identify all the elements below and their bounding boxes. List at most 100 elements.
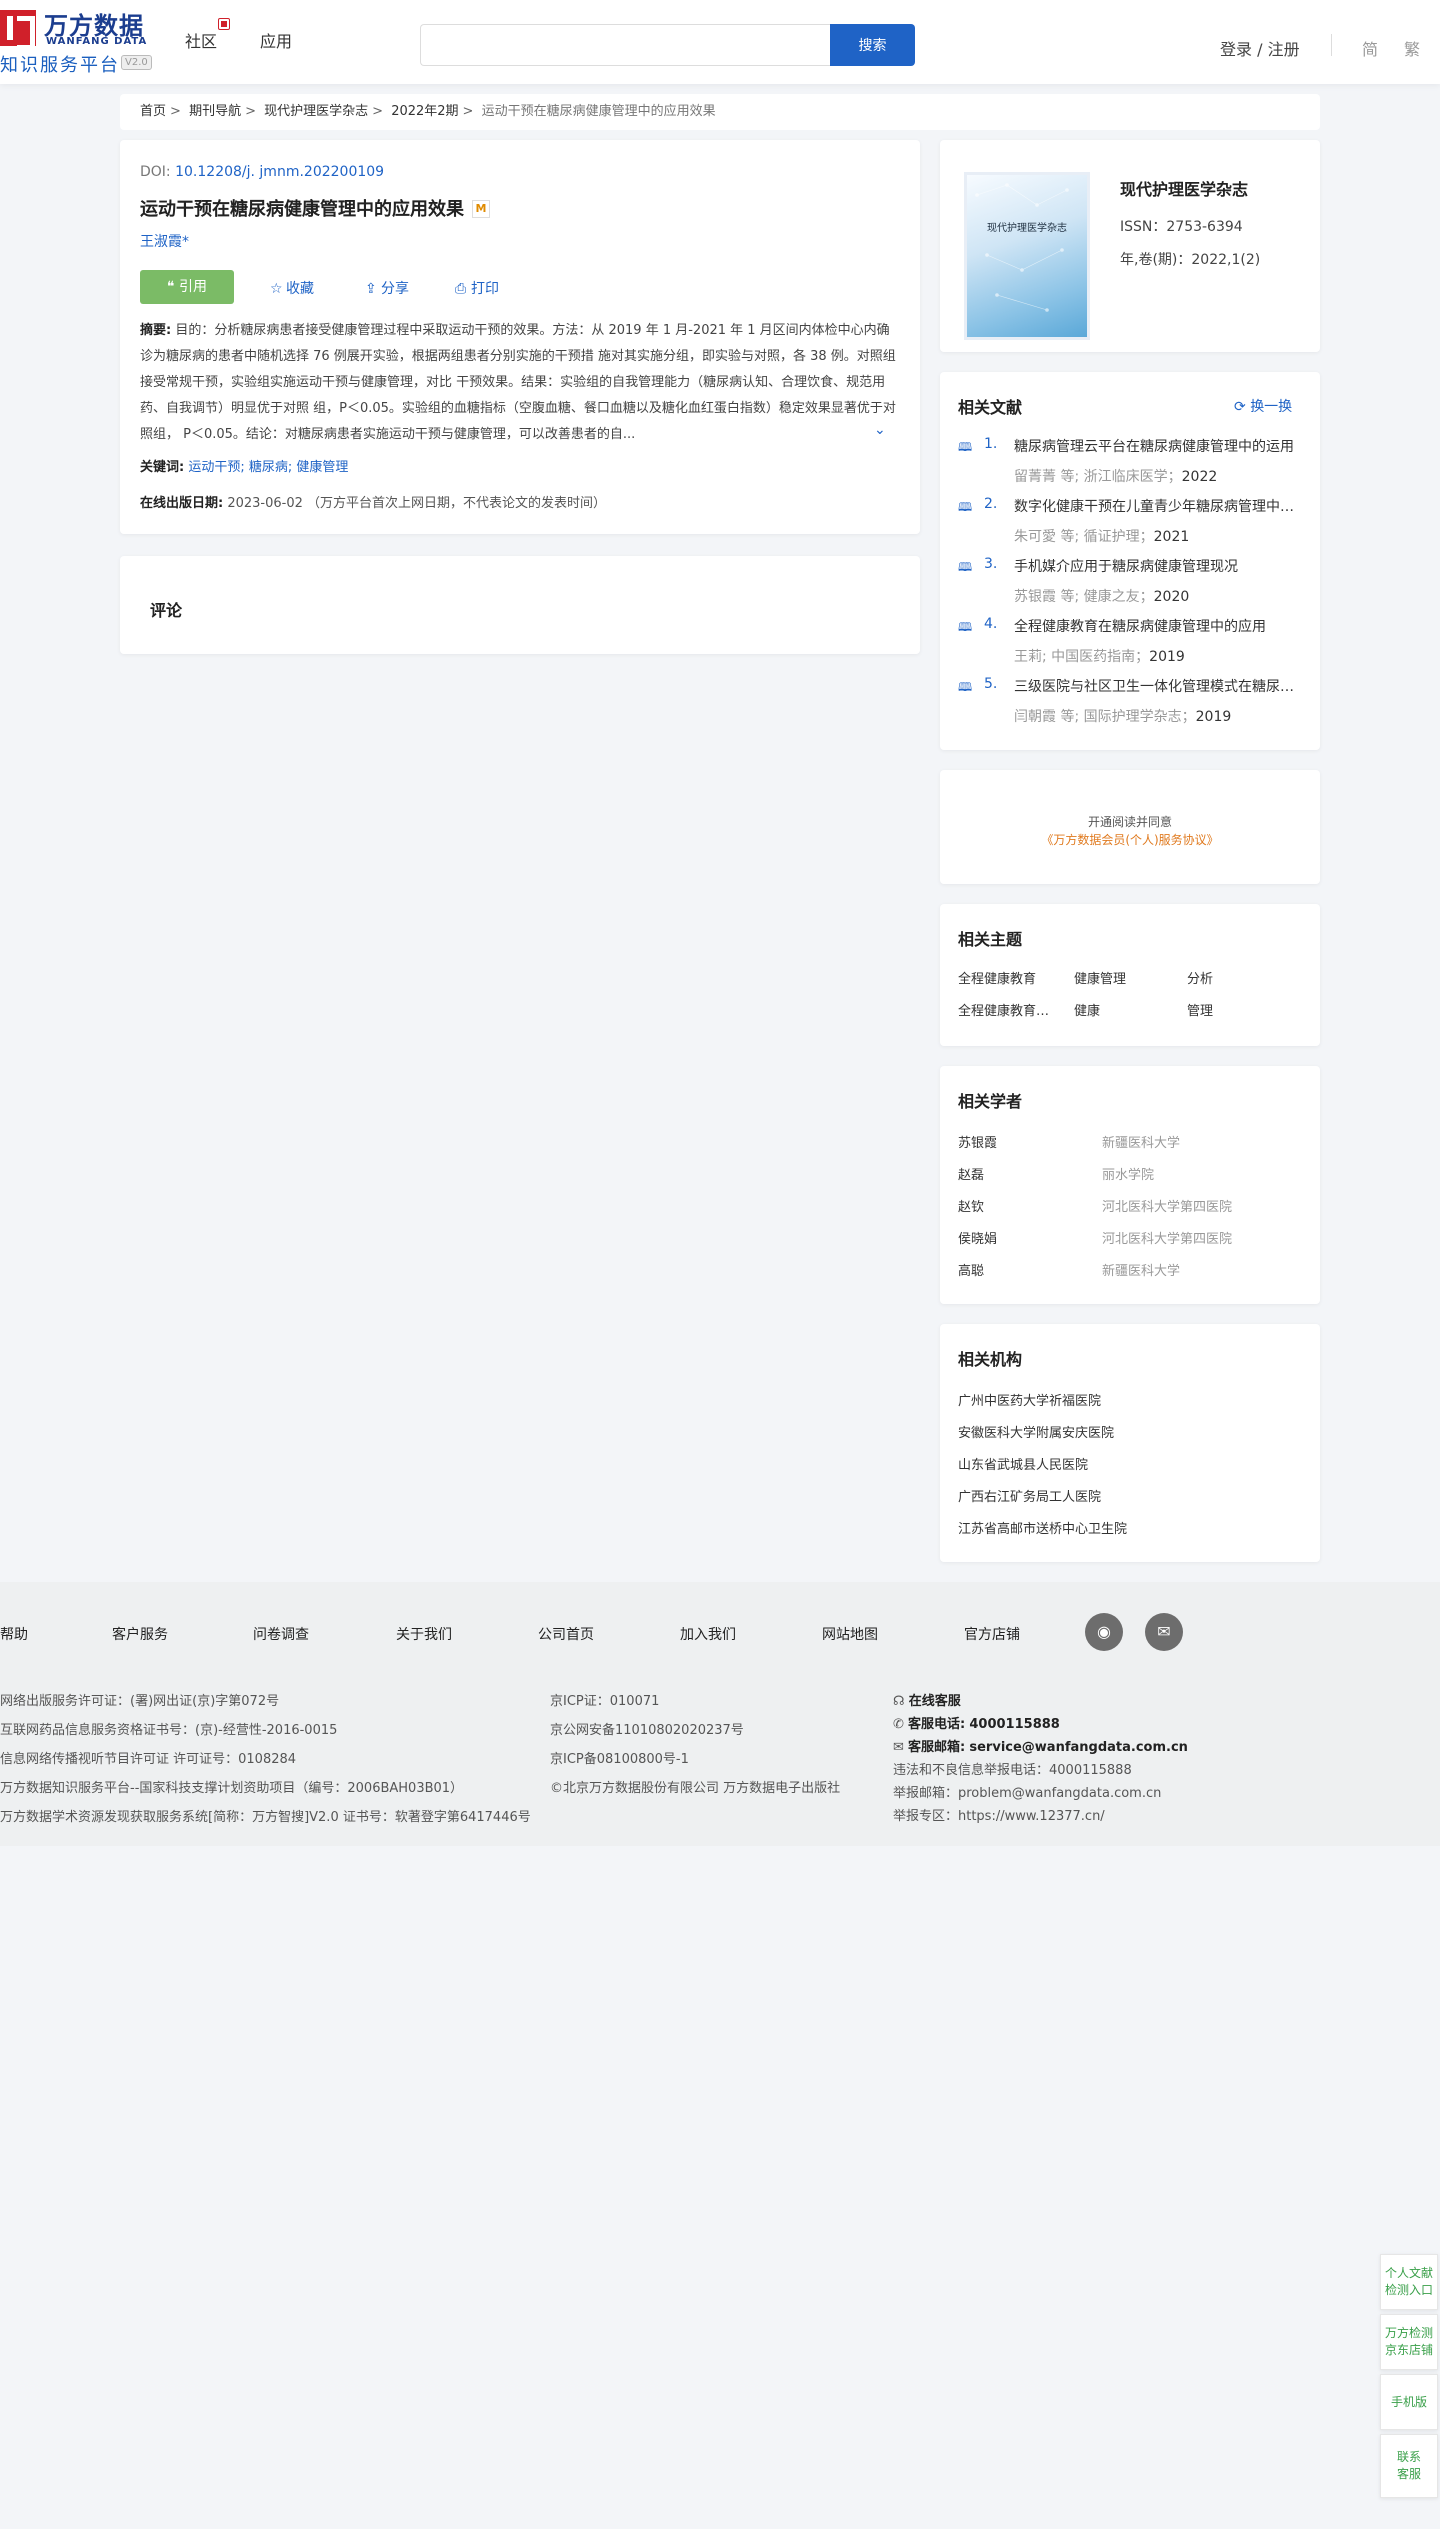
org-link[interactable]: 广州中医药大学祈福医院 [958, 1390, 1101, 1409]
related-doc-meta: 王莉; 中国医药指南；2019 [1014, 646, 1185, 666]
pubdate-value: 2023-06-02 （万方平台首次上网日期，不代表论文的发表时间） [227, 496, 607, 511]
related-doc-meta: 朱可愛 等; 循证护理；2021 [1014, 526, 1189, 546]
nav-apps[interactable]: 应用 [260, 28, 292, 52]
topic-link[interactable]: 全程健康教育模式 [958, 1000, 1058, 1019]
cover-network-pattern [975, 183, 1069, 312]
version-badge: V2.0 [121, 55, 152, 70]
refresh-button[interactable]: ⟳ 换一换 [1234, 396, 1292, 416]
cite-button[interactable]: ❝ 引用 [140, 270, 234, 304]
footer-copyright: ©北京万方数据股份有限公司 万方数据电子出版社 [550, 1781, 841, 1796]
refresh-icon: ⟳ [1234, 399, 1251, 415]
email-value[interactable]: service@wanfangdata.com.cn [969, 1740, 1188, 1755]
lang-simplified[interactable]: 简 [1362, 36, 1378, 60]
lang-traditional[interactable]: 繁 [1404, 36, 1420, 60]
topic-link[interactable]: 全程健康教育 [958, 968, 1070, 987]
logo-en-text: WANFANG DATA [46, 36, 148, 47]
footer-link-about[interactable]: 关于我们 [396, 1624, 452, 1644]
list-number: 3. [984, 556, 998, 572]
list-number: 4. [984, 616, 998, 632]
related-doc-title[interactable]: 全程健康教育在糖尿病健康管理中的应用 [1014, 616, 1298, 636]
article-title: 运动干预在糖尿病健康管理中的应用效果 M [140, 195, 490, 221]
online-service-link[interactable]: ☊ 在线客服 [893, 1690, 961, 1709]
topic-link[interactable]: 健康管理 [1074, 968, 1186, 987]
related-docs-title: 相关文献 [958, 398, 1023, 417]
related-doc-title[interactable]: 三级医院与社区卫生一体化管理模式在糖尿病健康管理中的应用 [1014, 676, 1298, 696]
book-icon: 🕮 [958, 680, 973, 694]
scholar-name[interactable]: 赵磊 [958, 1164, 984, 1183]
footer-link-survey[interactable]: 问卷调查 [253, 1624, 309, 1644]
service-agreement-link[interactable]: 《万方数据会员(个人)服务协议》 [940, 831, 1320, 848]
wechat-icon[interactable]: ✉ [1145, 1613, 1183, 1651]
org-link[interactable]: 广西右江矿务局工人医院 [958, 1486, 1101, 1505]
keyword-link[interactable]: 运动干预; [188, 460, 244, 475]
footer-link-join[interactable]: 加入我们 [680, 1624, 736, 1644]
printer-icon: ⎙ [455, 281, 467, 297]
share-button[interactable]: ⇪ 分享 [365, 278, 409, 298]
logo-mark-icon [0, 10, 36, 50]
login-register-link[interactable]: 登录 / 注册 [1220, 36, 1300, 60]
related-scholars-title: 相关学者 [958, 1092, 1023, 1111]
scholar-org: 河北医科大学第四医院 [1102, 1232, 1233, 1247]
related-doc-title[interactable]: 数字化健康干预在儿童青少年糖尿病管理中的应用 [1014, 496, 1298, 516]
breadcrumb-journals[interactable]: 期刊导航 [189, 104, 241, 119]
org-link[interactable]: 安徽医科大学附属安庆医院 [958, 1422, 1114, 1441]
expand-chevron-icon[interactable]: ⌄ [874, 422, 886, 438]
scholar-org: 新疆医科大学 [1102, 1136, 1181, 1151]
footer-link-sitemap[interactable]: 网站地图 [822, 1624, 878, 1644]
footer-link-service[interactable]: 客户服务 [112, 1624, 168, 1644]
wanfang-logo[interactable]: 万方数据 WANFANG DATA 知识服务平台 V2.0 [0, 6, 160, 76]
float-plagiarism-check[interactable]: 个人文献 检测入口 [1380, 2254, 1438, 2310]
favorite-button[interactable]: ☆ 收藏 [270, 278, 314, 298]
publish-date: 在线出版日期: 2023-06-02 （万方平台首次上网日期，不代表论文的发表时… [140, 492, 606, 511]
float-label: 手机版 [1390, 2395, 1427, 2409]
keyword-link[interactable]: 糖尿病; [249, 460, 292, 475]
mail-icon: ✉ [893, 1740, 909, 1755]
breadcrumb-home[interactable]: 首页 [140, 104, 166, 119]
topic-link[interactable]: 管理 [1187, 1000, 1299, 1019]
nav-community[interactable]: 社区 [185, 28, 217, 52]
keyword-link[interactable]: 健康管理 [296, 460, 348, 475]
related-orgs-title: 相关机构 [958, 1350, 1023, 1369]
search-button[interactable]: 搜索 [830, 24, 915, 66]
journal-cover-image[interactable]: 现代护理医学杂志 [964, 172, 1090, 340]
weibo-icon[interactable]: ◉ [1085, 1613, 1123, 1651]
related-doc-year: 2019 [1149, 649, 1185, 665]
footer-link-company[interactable]: 公司首页 [538, 1624, 594, 1644]
phone-icon: ✆ [893, 1717, 909, 1732]
author-link[interactable]: 王淑霞* [140, 231, 189, 251]
related-scholars-card: 相关学者 苏银霞 新疆医科大学 赵磊 丽水学院 赵钦 河北医科大学第四医院 侯晓… [940, 1066, 1320, 1304]
search-input[interactable] [420, 24, 830, 66]
email-line: ✉ 客服邮箱: service@wanfangdata.com.cn [893, 1736, 1188, 1755]
list-number: 5. [984, 676, 998, 692]
scholar-name[interactable]: 高聪 [958, 1260, 984, 1279]
related-doc-title[interactable]: 手机媒介应用于糖尿病健康管理现况 [1014, 556, 1298, 576]
phone-label: 客服电话: [908, 1717, 966, 1732]
topic-link[interactable]: 健康 [1074, 1000, 1186, 1019]
breadcrumb-issue[interactable]: 2022年2期 [391, 104, 458, 119]
org-link[interactable]: 江苏省高邮市送桥中心卫生院 [958, 1518, 1127, 1537]
related-orgs-card: 相关机构 广州中医药大学祈福医院 安徽医科大学附属安庆医院 山东省武城县人民医院… [940, 1324, 1320, 1562]
report-site[interactable]: 举报专区：https://www.12377.cn/ [893, 1805, 1105, 1824]
footer-link-store[interactable]: 官方店铺 [964, 1624, 1020, 1644]
journal-name-link[interactable]: 现代护理医学杂志 [1120, 176, 1248, 200]
related-doc-title[interactable]: 糖尿病管理云平台在糖尿病健康管理中的运用 [1014, 436, 1298, 456]
breadcrumb-current: 运动干预在糖尿病健康管理中的应用效果 [481, 104, 716, 119]
footer-icp: 京ICP证：010071 [550, 1694, 660, 1709]
scholar-name[interactable]: 侯晓娟 [958, 1228, 997, 1247]
scholar-name[interactable]: 苏银霞 [958, 1132, 997, 1151]
float-contact[interactable]: 联系 客服 [1380, 2434, 1438, 2498]
journal-volume: 年,卷(期)：2022,1(2) [1120, 252, 1261, 268]
scholar-name[interactable]: 赵钦 [958, 1196, 984, 1215]
float-mobile[interactable]: 手机版 [1380, 2374, 1438, 2430]
float-jd-store[interactable]: 万方检测 京东店铺 [1380, 2314, 1438, 2370]
breadcrumb-journal[interactable]: 现代护理医学杂志 [264, 104, 368, 119]
doi-link[interactable]: 10.12208/j. jmnm.202200109 [175, 164, 384, 180]
org-link[interactable]: 山东省武城县人民医院 [958, 1454, 1088, 1473]
related-doc-meta: 苏银霞 等; 健康之友；2020 [1014, 586, 1189, 606]
logo-subtitle: 知识服务平台 [0, 55, 120, 76]
topic-link[interactable]: 分析 [1187, 968, 1299, 987]
footer-link-help[interactable]: 帮助 [0, 1624, 28, 1644]
breadcrumb: 首页 > 期刊导航 > 现代护理医学杂志 > 2022年2期 > 运动干预在糖尿病健康管… [120, 94, 1320, 130]
print-button[interactable]: ⎙ 打印 [455, 278, 499, 298]
share-icon: ⇪ [365, 281, 377, 297]
